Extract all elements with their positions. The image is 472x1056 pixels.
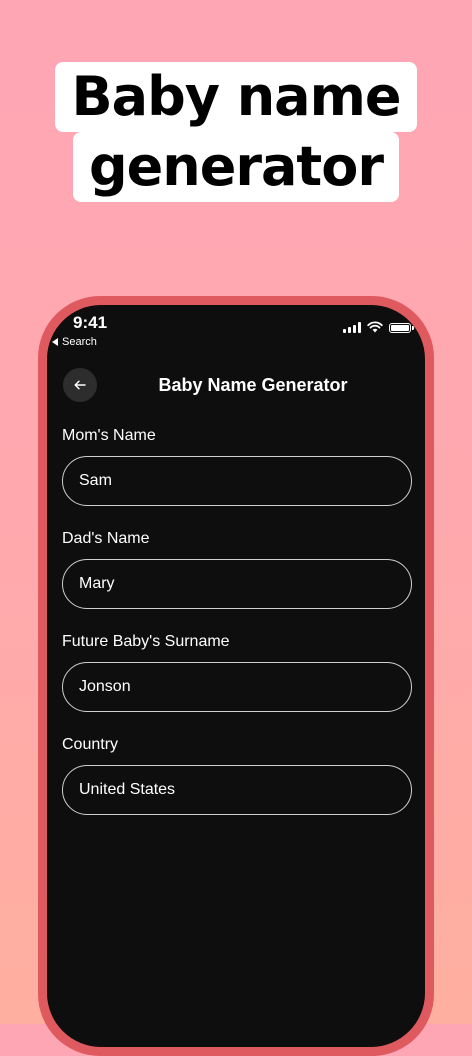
moms-name-input[interactable]	[62, 456, 412, 506]
status-indicators	[343, 321, 414, 333]
signal-icon	[343, 322, 361, 333]
phone-frame: 9:41 Search Baby Name Generator Mom's Na…	[38, 296, 434, 1056]
phone-screen: 9:41 Search Baby Name Generator Mom's Na…	[47, 305, 425, 1047]
dads-name-label: Dad's Name	[62, 530, 150, 547]
dads-name-input[interactable]	[62, 559, 412, 609]
country-label: Country	[62, 736, 119, 753]
baby-surname-input[interactable]	[62, 662, 412, 712]
status-back-to-search[interactable]: Search	[52, 336, 97, 348]
wifi-icon	[367, 321, 383, 333]
country-input[interactable]	[62, 765, 412, 815]
battery-icon	[389, 323, 414, 333]
hero-title-line-2: generator	[73, 132, 399, 202]
status-time: 9:41	[73, 313, 108, 332]
hero-title: Baby name generator	[0, 62, 472, 202]
page-title: Baby Name Generator	[158, 375, 348, 395]
moms-name-label: Mom's Name	[62, 427, 156, 444]
hero-title-line-1: Baby name	[55, 62, 417, 132]
baby-surname-label: Future Baby's Surname	[62, 633, 230, 650]
back-triangle-icon	[52, 338, 58, 346]
status-back-label: Search	[62, 336, 97, 348]
name-generator-form: Mom's Name Dad's Name Future Baby's Surn…	[62, 424, 412, 836]
